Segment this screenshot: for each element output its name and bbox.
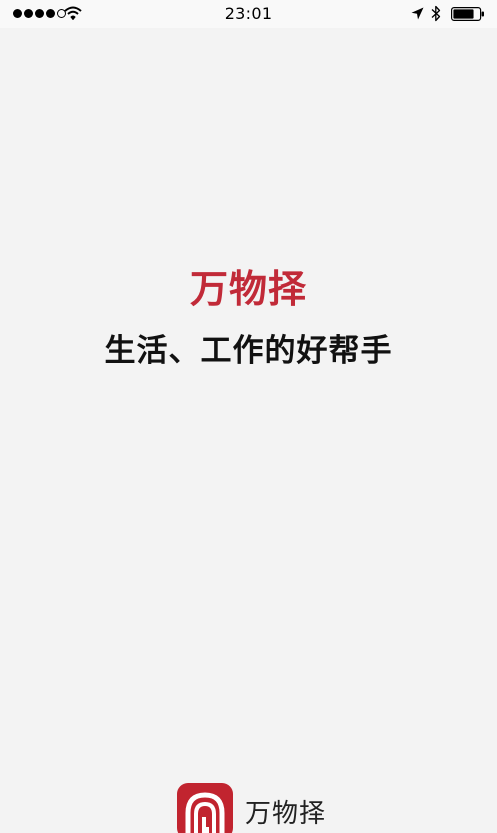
bluetooth-icon — [431, 5, 441, 22]
status-bar: 23:01 — [0, 0, 497, 28]
app-logo-icon — [177, 783, 233, 833]
battery-icon — [451, 7, 484, 21]
splash-slogan: 生活、工作的好帮手 — [104, 333, 393, 369]
splash-app-title: 万物择 — [189, 267, 307, 311]
splash-screen: 23:01 万物择 生活、工作的好帮手 万物择 — [0, 0, 497, 833]
brand-name: 万物择 — [245, 799, 327, 829]
location-arrow-icon — [411, 7, 424, 20]
bottom-brand: 万物择 — [177, 783, 326, 833]
